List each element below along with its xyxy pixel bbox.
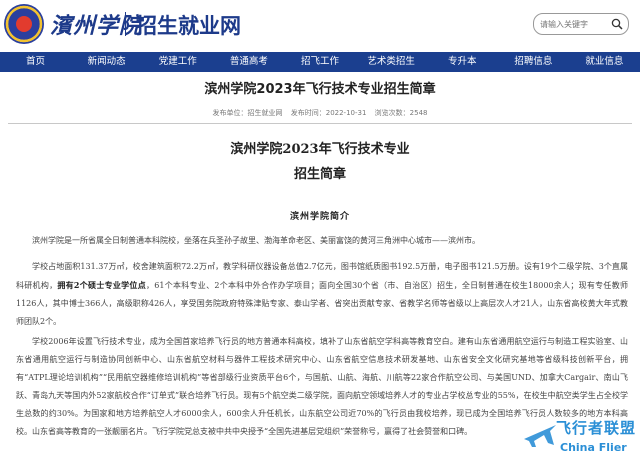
search-box[interactable] [533, 13, 629, 35]
paragraph-facilities: 学校占地面积131.37万㎡，校舍建筑面积72.2万㎡，教学科研仪器设备总值2.… [16, 258, 628, 331]
nav-news[interactable]: 新闻动态 [71, 52, 142, 72]
article-meta: 发布单位：招生就业网 发布时间：2022-10-31 浏览次数：2548 [0, 108, 640, 118]
university-seal-logo[interactable] [4, 4, 44, 44]
article-title: 滨州学院2023年飞行技术专业招生简章 [204, 82, 436, 97]
nav-gaokao[interactable]: 普通高考 [213, 52, 284, 72]
section-heading-intro: 滨州学院简介 [289, 212, 350, 222]
nav-pilot-recruit[interactable]: 招飞工作 [284, 52, 355, 72]
nav-home[interactable]: 首页 [0, 52, 71, 72]
university-calligraphy-logo[interactable]: 濱州学院 [50, 8, 142, 40]
site-header: 濱州学院 招生就业网 [0, 0, 640, 52]
nav-art-admission[interactable]: 艺术类招生 [356, 52, 427, 72]
main-nav: 首页 新闻动态 党建工作 普通高考 招飞工作 艺术类招生 专升本 招聘信息 就业… [0, 52, 640, 72]
nav-upgrade[interactable]: 专升本 [427, 52, 498, 72]
content-subheading: 招生简章 [293, 167, 346, 182]
search-input[interactable] [540, 16, 610, 32]
nav-employment[interactable]: 就业信息 [569, 52, 640, 72]
meta-date: 发布时间：2022-10-31 [290, 109, 367, 117]
site-title[interactable]: 招生就业网 [136, 10, 241, 40]
content-heading: 滨州学院2023年飞行技术专业 [230, 142, 410, 157]
meta-views: 浏览次数：2548 [374, 109, 428, 117]
paragraph-intro: 滨州学院是一所省属全日制普通本科院校，坐落在兵圣孙子故里、渤海革命老区、美丽富饶… [32, 236, 480, 245]
logo-divider [125, 12, 126, 36]
meta-source: 发布单位：招生就业网 [212, 109, 283, 117]
watermark-cn-text: 飞行者联盟 [556, 419, 637, 437]
seal-center [16, 16, 32, 32]
nav-party[interactable]: 党建工作 [142, 52, 213, 72]
watermark: 飞行者联盟 China Flier [520, 413, 638, 461]
title-divider [8, 123, 632, 124]
watermark-en-text: China Flier [560, 441, 627, 454]
nav-recruitment[interactable]: 招聘信息 [498, 52, 569, 72]
paragraph-facilities-highlight: 拥有2个硕士专业学位点 [57, 280, 146, 290]
search-icon[interactable] [611, 18, 623, 30]
airplane-icon [524, 425, 556, 447]
